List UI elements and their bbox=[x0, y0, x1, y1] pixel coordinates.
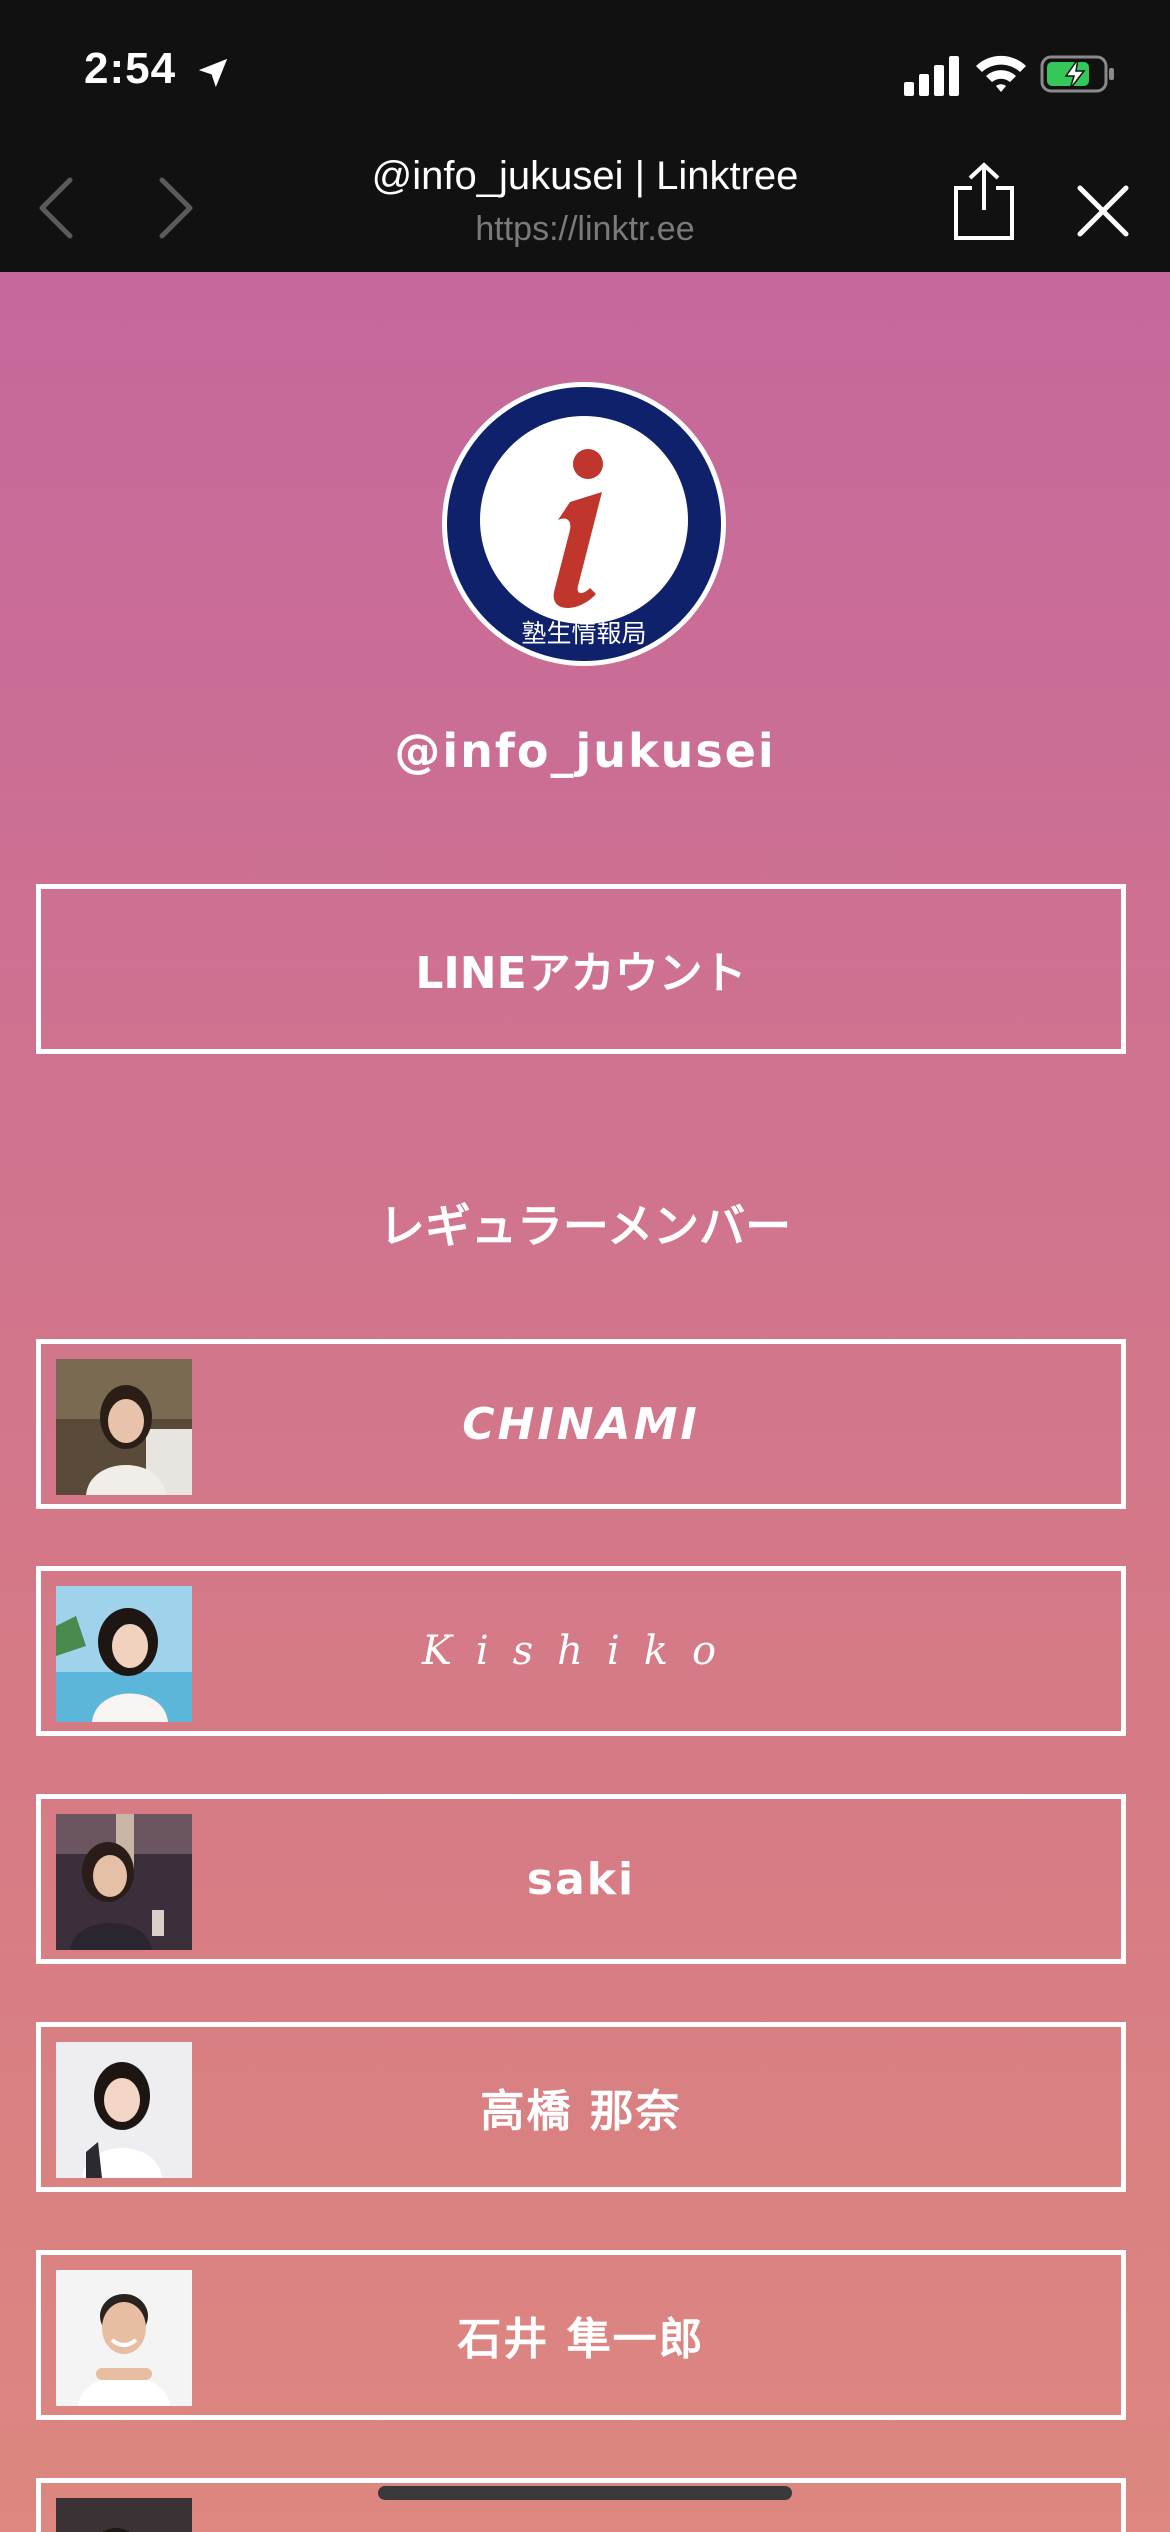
section-title: レギュラーメンバー bbox=[378, 1199, 792, 1253]
member-link-kishiko[interactable]: Kishiko bbox=[36, 1566, 1126, 1736]
member-label: 石井 隼一郎 bbox=[457, 2314, 705, 2365]
member-avatar bbox=[56, 1586, 192, 1722]
member-link-saki[interactable]: saki bbox=[36, 1794, 1126, 1964]
member-avatar bbox=[56, 2270, 192, 2406]
cellular-signal-icon bbox=[904, 56, 959, 96]
home-indicator[interactable] bbox=[378, 2486, 792, 2500]
linktree-page: 塾生情報局 @info_jukusei LINEアカウント レギュラーメンバー … bbox=[0, 272, 1170, 2532]
member-label: 高橋 那奈 bbox=[480, 2086, 682, 2137]
member-link-takahashi-nana[interactable]: 高橋 那奈 bbox=[36, 2022, 1126, 2192]
member-label: Kishiko bbox=[421, 1628, 741, 1674]
browser-nav-bar: @info_jukusei | Linktree https://linktr.… bbox=[0, 140, 1170, 272]
location-arrow-icon bbox=[198, 58, 228, 88]
member-avatar bbox=[56, 2042, 192, 2178]
member-link-chinami[interactable]: CHINAMI bbox=[36, 1339, 1126, 1509]
member-label: CHINAMI bbox=[462, 1398, 700, 1450]
member-avatar bbox=[56, 2498, 192, 2532]
profile-logo: 塾生情報局 bbox=[442, 382, 726, 666]
member-label: saki bbox=[526, 1853, 636, 1905]
member-avatar bbox=[56, 1814, 192, 1950]
line-account-label: LINEアカウント bbox=[415, 948, 747, 999]
share-icon[interactable] bbox=[952, 162, 1016, 242]
close-icon[interactable] bbox=[1076, 184, 1130, 238]
profile-handle: @info_jukusei bbox=[394, 724, 776, 778]
member-link-ishii-junichiro[interactable]: 石井 隼一郎 bbox=[36, 2250, 1126, 2420]
wifi-icon bbox=[976, 55, 1026, 92]
status-time: 2:54 bbox=[84, 44, 177, 93]
battery-charging-icon bbox=[1040, 55, 1114, 93]
back-chevron-icon[interactable] bbox=[36, 176, 76, 240]
line-account-button[interactable]: LINEアカウント bbox=[36, 884, 1126, 1054]
logo-caption: 塾生情報局 bbox=[521, 619, 646, 648]
browser-page-title: @info_jukusei | Linktree bbox=[371, 154, 799, 198]
status-bar: 2:54 bbox=[0, 0, 1170, 140]
member-avatar bbox=[56, 1359, 192, 1495]
forward-chevron-icon[interactable] bbox=[156, 176, 196, 240]
browser-url[interactable]: https://linktr.ee bbox=[260, 210, 910, 249]
